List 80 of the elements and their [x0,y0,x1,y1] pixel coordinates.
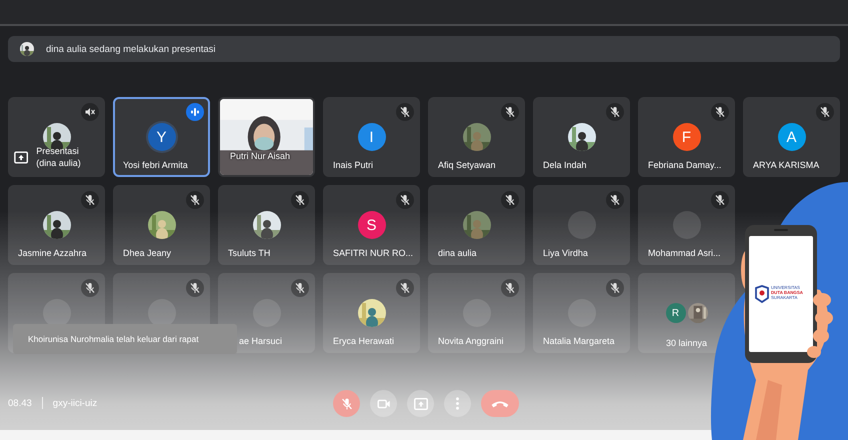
participant-name: Dela Indah [543,159,587,172]
participant-name: Mohammad Asri... [648,247,721,260]
muted-mic-icon [186,279,204,297]
muted-mic-icon [396,279,414,297]
participant-name: Novita Anggraini [438,335,504,348]
participant-name: Liya Virdha [543,247,588,260]
meeting-time: 08.43 [8,398,32,408]
participant-tile[interactable]: Presentasi (dina aulia) [8,97,105,177]
avatar-initial: S [358,211,386,239]
participant-tile[interactable]: I Inais Putri [323,97,420,177]
participant-name: ae Harsuci [239,335,282,348]
more-icon [456,397,459,410]
notification-toast: Khoirunisa Nurohmalia telah keluar dari rapat [13,324,237,354]
participant-name: Febriana Damay... [648,159,722,172]
muted-mic-icon [711,191,729,209]
participant-tile[interactable]: A ARYA KARISMA [743,97,840,177]
muted-mic-icon [396,191,414,209]
muted-mic-icon [606,191,624,209]
participant-name: 30 lainnya [666,337,708,350]
participant-tile[interactable]: Dela Indah [533,97,630,177]
participant-name: Eryca Herawati [333,335,394,348]
muted-mic-icon [501,103,519,121]
muted-mic-icon [606,279,624,297]
camera-button[interactable] [370,390,397,417]
present-screen-icon [412,396,428,412]
avatar-initial: I [358,123,386,151]
participant-tile[interactable]: Afiq Setyawan [428,97,525,177]
avatar-placeholder [672,211,700,239]
participant-name: Tsuluts TH [228,247,270,260]
muted-mic-icon [81,279,99,297]
participant-tile[interactable]: Dhea Jeany [113,185,210,265]
muted-mic-icon [291,279,309,297]
participant-tile[interactable]: Y Yosi febri Armita [113,97,210,177]
participant-tile[interactable]: Putri Nur Aisah [218,97,315,177]
participant-name: Presentasi (dina aulia) [36,145,82,170]
banner-text: dina aulia sedang melakukan presentasi [46,44,216,54]
participant-tile[interactable]: Tsuluts TH [218,185,315,265]
muted-mic-icon [81,191,99,209]
avatar-placeholder [462,299,490,327]
participant-name: Yosi febri Armita [123,159,188,172]
logo-icon [755,285,769,304]
muted-mic-icon [711,103,729,121]
present-button[interactable] [407,390,434,417]
participant-tile[interactable]: S SAFITRI NUR RO... [323,185,420,265]
participant-tile[interactable]: Liya Virdha [533,185,630,265]
participant-tile[interactable]: dina aulia [428,185,525,265]
participant-name: Afiq Setyawan [438,159,496,172]
speaking-indicator-icon [186,103,204,121]
participant-name: Putri Nur Aisah [230,151,290,161]
avatar-placeholder [252,299,280,327]
muted-mic-icon [816,103,834,121]
more-options-button[interactable] [444,390,471,417]
participant-tile[interactable]: Mohammad Asri... [638,185,735,265]
participant-name: Inais Putri [333,159,374,172]
avatar-placeholder [568,299,596,327]
muted-speaker-icon [81,103,99,121]
participant-name: Dhea Jeany [123,247,172,260]
muted-mic-icon [396,103,414,121]
avatar-initial: Y [148,123,176,151]
present-screen-icon [14,150,28,164]
muted-mic-icon [501,191,519,209]
muted-mic-icon [291,191,309,209]
avatar-placeholder [568,211,596,239]
muted-mic-icon [501,279,519,297]
muted-mic-icon [606,103,624,121]
participant-tile[interactable]: F Febriana Damay... [638,97,735,177]
avatar-initial: R [666,303,686,323]
participant-name: Natalia Margareta [543,335,615,348]
participant-name: Jasmine Azzahra [18,247,87,260]
participant-tile[interactable]: Jasmine Azzahra [8,185,105,265]
avatar-initial: F [672,123,700,151]
participant-tile[interactable]: R 30 lainnya [638,273,735,353]
meeting-code: gxy-iici-uiz [52,398,98,408]
mic-button[interactable] [333,390,360,417]
participant-name: SAFITRI NUR RO... [333,247,414,260]
participant-name: dina aulia [438,247,477,260]
hang-up-button[interactable] [481,390,519,417]
participant-name: ARYA KARISMA [753,159,820,172]
avatar-initial: A [778,123,806,151]
muted-mic-icon [186,191,204,209]
